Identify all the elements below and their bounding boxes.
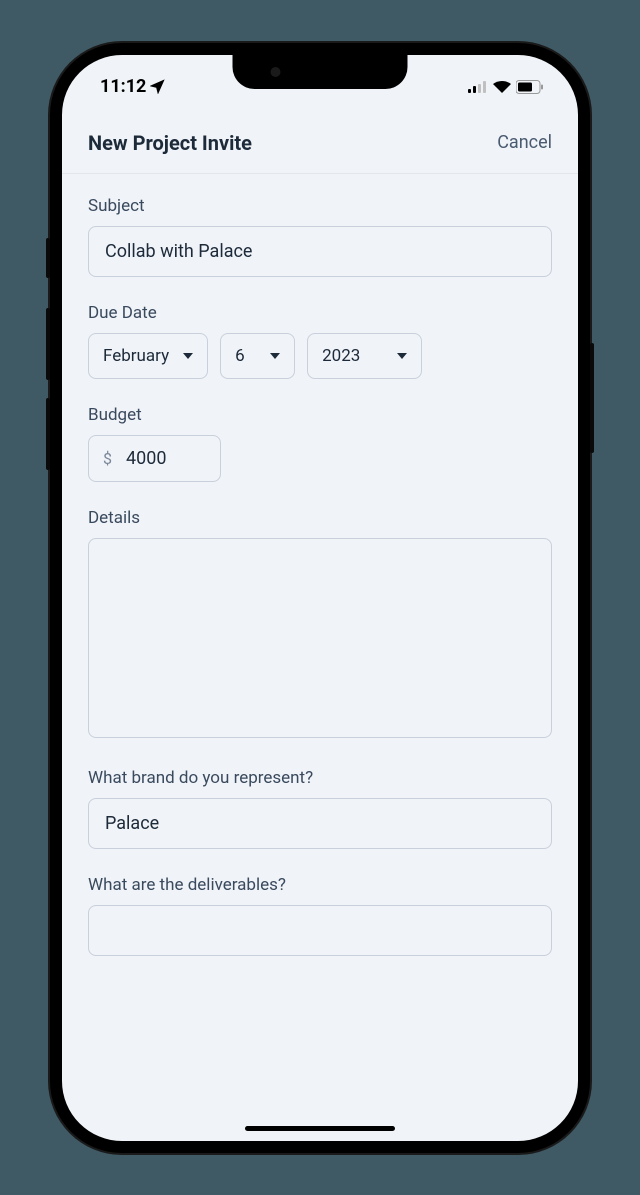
time-text: 11:12 bbox=[100, 76, 146, 97]
date-row: February 6 2023 bbox=[88, 333, 552, 379]
year-value: 2023 bbox=[322, 346, 360, 366]
month-select[interactable]: February bbox=[88, 333, 208, 379]
details-textarea[interactable] bbox=[88, 538, 552, 738]
cellular-icon bbox=[468, 80, 488, 94]
status-icons bbox=[468, 80, 544, 94]
screen: 11:12 bbox=[62, 55, 578, 1141]
day-value: 6 bbox=[235, 346, 245, 366]
month-value: February bbox=[103, 346, 169, 366]
brand-input[interactable] bbox=[88, 798, 552, 849]
brand-field: What brand do you represent? bbox=[88, 768, 552, 849]
volume-down-button bbox=[46, 398, 50, 470]
battery-icon bbox=[516, 80, 544, 94]
budget-field: Budget $ bbox=[88, 405, 552, 482]
form: Subject Due Date February 6 2023 bbox=[62, 174, 578, 1004]
location-arrow-icon bbox=[150, 79, 165, 94]
budget-input[interactable] bbox=[126, 448, 206, 469]
deliverables-field: What are the deliverables? bbox=[88, 875, 552, 956]
details-label: Details bbox=[88, 508, 552, 528]
subject-input[interactable] bbox=[88, 226, 552, 277]
caret-down-icon bbox=[270, 353, 280, 359]
modal-header: New Project Invite Cancel bbox=[62, 113, 578, 174]
subject-label: Subject bbox=[88, 196, 552, 216]
notch bbox=[233, 55, 408, 89]
due-date-field: Due Date February 6 2023 bbox=[88, 303, 552, 379]
day-select[interactable]: 6 bbox=[220, 333, 295, 379]
caret-down-icon bbox=[397, 353, 407, 359]
brand-label: What brand do you represent? bbox=[88, 768, 552, 788]
phone-frame: 11:12 bbox=[50, 43, 590, 1153]
page-title: New Project Invite bbox=[88, 131, 252, 155]
deliverables-input[interactable] bbox=[88, 905, 552, 956]
dollar-icon: $ bbox=[103, 449, 112, 468]
status-time: 11:12 bbox=[100, 76, 165, 97]
budget-label: Budget bbox=[88, 405, 552, 425]
wifi-icon bbox=[493, 80, 511, 94]
budget-input-wrap[interactable]: $ bbox=[88, 435, 221, 482]
cancel-button[interactable]: Cancel bbox=[497, 132, 552, 153]
due-date-label: Due Date bbox=[88, 303, 552, 323]
subject-field: Subject bbox=[88, 196, 552, 277]
caret-down-icon bbox=[183, 353, 193, 359]
power-button bbox=[590, 343, 594, 453]
volume-up-button bbox=[46, 308, 50, 380]
details-field: Details bbox=[88, 508, 552, 742]
deliverables-label: What are the deliverables? bbox=[88, 875, 552, 895]
mute-switch bbox=[46, 238, 50, 278]
home-indicator[interactable] bbox=[245, 1126, 395, 1131]
year-select[interactable]: 2023 bbox=[307, 333, 422, 379]
